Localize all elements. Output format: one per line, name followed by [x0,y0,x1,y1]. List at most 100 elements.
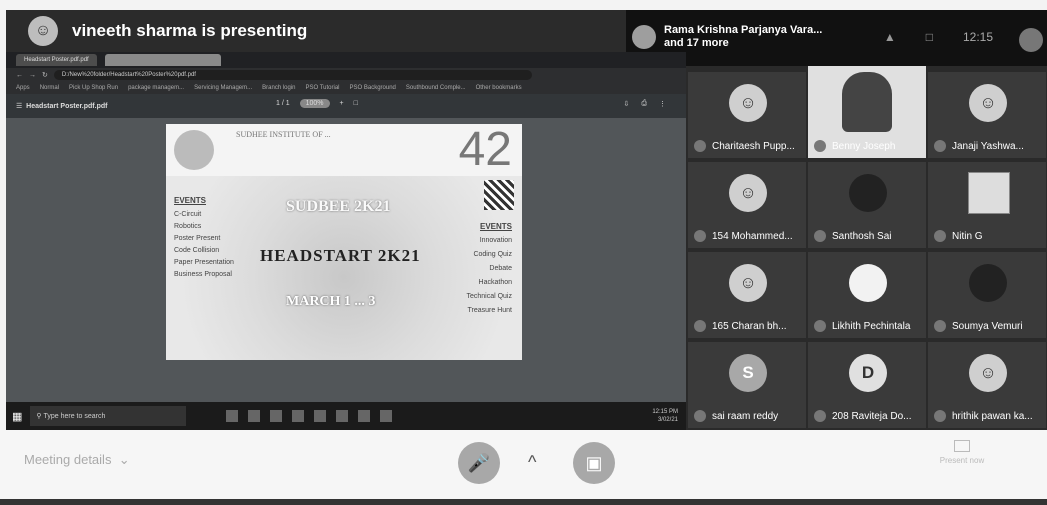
menu-icon[interactable]: ☰ [16,102,22,110]
participant-tile[interactable]: Nitin G [928,162,1046,248]
avatar: S [729,354,767,392]
bookmark-item[interactable]: PSO Tutorial [306,85,340,91]
pdf-toolbar: ☰ Headstart Poster.pdf.pdf 1 / 1 100% + … [6,94,686,118]
participant-name: Likhith Pechintala [832,320,911,332]
url-field[interactable]: D:/New%20folder/Headstart%20Poster%20pdf… [53,70,532,80]
participant-tiles: ☺ Charitaesh Pupp... Benny Joseph ☺ Jana… [686,66,1047,430]
participant-tile[interactable]: S sai raam reddy [688,342,806,428]
event-item: Coding Quiz [473,251,512,258]
others-line1: Rama Krishna Parjanya Vara... [664,24,823,36]
people-icon[interactable]: ▲ [884,30,896,44]
pdf-viewer: SUDHEE INSTITUTE OF ... 42 EVENTS C-Circ… [6,118,686,402]
pdf-title: Headstart Poster.pdf.pdf [26,102,108,110]
avatar [632,25,656,49]
chrome-icon[interactable] [248,410,261,422]
browser-tab[interactable]: Headstart Poster.pdf.pdf [16,54,97,66]
chevron-down-icon: ⌄ [115,452,130,467]
camera-off-icon: ▣ [585,452,603,473]
app-icon[interactable] [380,410,393,422]
poster-headline: HEADSTART 2K21 [260,246,421,265]
zoom-in-icon[interactable]: + [340,100,344,107]
task-view-icon[interactable] [226,410,239,422]
bookmark-item[interactable]: Servicing Managem... [194,85,252,91]
chat-icon[interactable]: □ [926,30,933,44]
event-item: Paper Presentation [174,259,234,266]
event-item: Poster Present [174,235,221,242]
bookmark-item[interactable]: PSO Background [350,85,396,91]
participant-tile[interactable]: ☺ 154 Mohammed... [688,162,806,248]
meeting-stage: ☺ vineeth sharma is presenting Rama Kris… [6,10,1047,430]
participant-name: Janaji Yashwa... [952,140,1024,152]
clock: 12:15 [962,30,993,44]
mic-off-icon [934,230,946,242]
more-icon[interactable]: ⋮ [659,100,666,108]
bookmarks-bar: Apps Normal Pick Up Shop Run package man… [6,82,686,94]
bookmark-item[interactable]: Southbound Comple... [406,85,466,91]
participant-tile[interactable]: D 208 Raviteja Do... [808,342,926,428]
bookmark-item[interactable]: Branch login [262,85,295,91]
participant-tile[interactable]: ☺ Charitaesh Pupp... [688,72,806,158]
participant-name: 208 Raviteja Do... [832,410,912,422]
app-icon[interactable] [336,410,349,422]
participant-tile[interactable]: Benny Joseph [808,66,926,158]
others-line2: and 17 more [664,37,729,49]
avatar [849,264,887,302]
events-heading: EVENTS [479,222,512,231]
bookmark-item[interactable]: Pick Up Shop Run [69,85,118,91]
meeting-details-button[interactable]: Meeting details ⌄ [24,452,130,468]
windows-start-icon[interactable]: ▦ [12,410,22,423]
self-avatar[interactable] [1019,28,1043,52]
participant-name: Soumya Vemuri [952,320,1023,332]
zoom-indicator[interactable]: 100% [299,99,330,108]
explorer-icon[interactable] [270,410,283,422]
print-icon[interactable]: ⎙ [641,100,647,108]
participant-tile[interactable]: Soumya Vemuri [928,252,1046,338]
participant-name: hrithik pawan ka... [952,410,1033,422]
taskbar-search[interactable]: ⚲ Type here to search [30,406,187,426]
other-participants[interactable]: Rama Krishna Parjanya Vara... and 17 mor… [632,24,822,50]
download-icon[interactable]: ⇩ [624,100,630,108]
avatar: ☺ [729,84,767,122]
qr-code-icon [484,180,514,210]
event-item: Technical Quiz [466,293,512,300]
participant-name: Charitaesh Pupp... [712,140,795,152]
participant-tile[interactable]: Santhosh Sai [808,162,926,248]
fit-icon[interactable]: □ [354,100,358,107]
back-icon[interactable]: ← [16,72,23,79]
browser-tab[interactable] [104,54,221,66]
forward-icon[interactable]: → [29,72,36,79]
event-item: Business Proposal [174,271,232,278]
bookmark-item[interactable]: package managem... [128,85,184,91]
bookmark-item[interactable]: Apps [16,85,30,91]
store-icon[interactable] [292,410,305,422]
event-item: Hackathon [478,279,512,286]
participant-tile[interactable]: Likhith Pechintala [808,252,926,338]
windows-taskbar: ▦ ⚲ Type here to search 12:15 PM 3/02/21 [6,402,686,430]
poster: SUDHEE INSTITUTE OF ... 42 EVENTS C-Circ… [166,124,522,360]
page-indicator[interactable]: 1 / 1 [276,100,290,107]
mic-off-icon [694,140,706,152]
top-right-bar: Rama Krishna Parjanya Vara... and 17 mor… [626,10,1047,66]
bookmark-item[interactable]: Other bookmarks [476,85,522,91]
mic-off-icon [814,320,826,332]
browser-tabbar: Headstart Poster.pdf.pdf [6,52,686,68]
participant-tile[interactable]: ☺ Janaji Yashwa... [928,72,1046,158]
avatar: ☺ [969,84,1007,122]
mic-toggle-button[interactable]: 🎤 [458,442,500,484]
present-now-button[interactable]: Present now [930,440,994,465]
reload-icon[interactable]: ↻ [42,71,48,79]
participant-tile[interactable]: ☺ 165 Charan bh... [688,252,806,338]
mic-off-icon [934,320,946,332]
events-heading: EVENTS [174,196,207,205]
mail-icon[interactable] [314,410,327,422]
bottom-controls: Meeting details ⌄ 🎤 ^ ▣ Present now [0,430,1047,505]
chevron-up-icon[interactable]: ^ [528,452,536,473]
participant-name: sai raam reddy [712,410,779,422]
app-icon[interactable] [358,410,371,422]
bookmark-item[interactable]: Normal [40,85,59,91]
poster-school: SUDHEE INSTITUTE OF ... [236,130,331,139]
participant-tile[interactable]: ☺ hrithik pawan ka... [928,342,1046,428]
events-left: EVENTS C-Circuit Robotics Poster Present… [174,196,234,283]
camera-toggle-button[interactable]: ▣ [573,442,615,484]
avatar [969,264,1007,302]
